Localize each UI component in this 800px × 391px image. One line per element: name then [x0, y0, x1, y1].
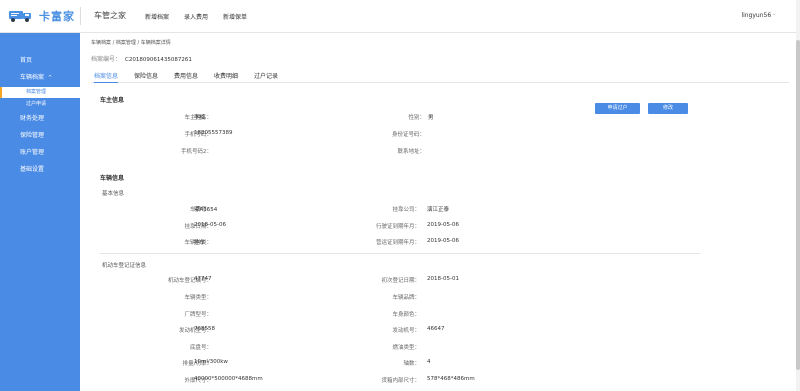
breadcrumb: 车辆档案 / 档案管理 / 车辆档案详情: [91, 40, 171, 46]
phone-value: 18805557389: [194, 130, 233, 136]
vehicle-section-title: 车辆信息: [100, 175, 125, 182]
vtype-label: 车辆类型：: [184, 295, 212, 301]
logo[interactable]: 卡富家: [8, 8, 75, 24]
user-menu[interactable]: lingyun56 ·: [741, 12, 775, 19]
main-content: 车辆档案 / 档案管理 / 车辆档案详情 档案编号： C2018090614350…: [80, 33, 800, 391]
nav-new-file[interactable]: 新增档案: [145, 12, 169, 21]
operate-expiry-label: 营运证到期年月：: [375, 240, 420, 246]
file-number: 档案编号： C20180906143508726​1: [91, 54, 192, 63]
scrollbar-thumb[interactable]: [796, 40, 800, 370]
sidebar-item-home[interactable]: 首页: [0, 54, 80, 68]
tab-charge-detail[interactable]: 收费明细: [214, 71, 238, 83]
inner-size-label: 货箱内部尺寸：: [381, 378, 420, 384]
plate-value: 鄂A3654: [194, 207, 218, 213]
nav-new-policy[interactable]: 新增保单: [223, 12, 247, 21]
first-reg-label: 初次登记日期：: [381, 278, 420, 284]
maker-label: 厂牌型号：: [184, 312, 212, 318]
file-number-value: C20180906143508726​1: [125, 57, 192, 63]
operate-expiry-value: 2019-05-06: [427, 238, 459, 244]
logo-text: 卡富家: [39, 10, 75, 23]
divider: [80, 7, 81, 25]
chassis-label: 底盘号：: [189, 345, 212, 351]
company-value: 演江正泰: [427, 207, 450, 213]
phone2-label: 手机号码2：: [181, 149, 212, 155]
outer-size-value: 40000*500000*4688mm: [194, 376, 263, 382]
chevron-up-icon: ^: [48, 75, 53, 81]
sidebar: 首页 车辆档案 ^ 档案管理 过户申请 财务处理 保险管理 账户管理 基础设置: [0, 33, 80, 391]
tab-bar: 档案信息 保险信息 费用信息 收费明细 过户记录: [91, 71, 789, 83]
owner-section-title: 车主信息: [100, 97, 125, 104]
brand-label: 车辆品牌：: [392, 295, 420, 301]
fuel-label: 燃油类型：: [392, 345, 420, 351]
sidebar-item-transfer-apply[interactable]: 过户申请: [0, 99, 80, 110]
edit-button[interactable]: 修改: [648, 103, 688, 114]
sidebar-item-vehicle-files[interactable]: 车辆档案 ^: [0, 71, 80, 85]
top-bar: 卡富家 车管之家 新增档案 录入费用 新增保单 lingyun56 ·: [0, 0, 800, 33]
engine-no-label: 发动机号：: [392, 328, 420, 334]
tab-file-info[interactable]: 档案信息: [94, 71, 119, 83]
sidebar-item-insurance[interactable]: 保险管理: [0, 129, 80, 143]
reg-cert-title: 机动车登记证信息: [102, 263, 147, 269]
company-label: 挂靠公司：: [392, 207, 420, 213]
axle-value: 4: [427, 359, 431, 365]
tab-fee-info[interactable]: 费用信息: [174, 71, 198, 83]
inner-size-value: 578*468*486mm: [427, 376, 475, 382]
file-number-label: 档案编号：: [91, 56, 122, 63]
top-nav: 新增档案 录入费用 新增保单: [145, 12, 262, 21]
tab-insurance-info[interactable]: 保险信息: [134, 71, 158, 83]
displacement-value: 10ml/300kw: [194, 359, 228, 365]
app-name: 车管之家: [94, 11, 126, 20]
license-expiry-value: 2019-05-06: [427, 222, 459, 228]
sidebar-item-account[interactable]: 账户管理: [0, 146, 80, 160]
gender-label: 性别：: [408, 115, 425, 121]
sidebar-item-finance[interactable]: 财务处理: [0, 112, 80, 126]
basic-info-title: 基本信息: [102, 191, 125, 197]
sidebar-item-settings[interactable]: 基础设置: [0, 163, 80, 177]
id-number-label: 身份证号码：: [391, 132, 425, 138]
reg-date-value: 2018-05-06: [194, 222, 226, 228]
reg-no-value: 47747: [194, 276, 212, 282]
scrollbar[interactable]: [796, 0, 800, 391]
divider: [100, 253, 700, 254]
sidebar-item-file-management[interactable]: 档案管理: [0, 87, 80, 98]
gender-value: 男: [428, 115, 434, 121]
nav-enter-fee[interactable]: 录入费用: [184, 12, 208, 21]
license-expiry-label: 行驶证到期年月：: [375, 224, 420, 230]
sidebar-item-label: 车辆档案: [20, 74, 45, 81]
address-label: 联系地址：: [397, 149, 425, 155]
owner-name-value: 李楠: [194, 115, 206, 121]
apply-transfer-button[interactable]: 申请过户: [595, 103, 640, 114]
engine-no-value: 46647: [427, 326, 445, 332]
vehicle-type-value: 挂车: [194, 240, 206, 246]
first-reg-value: 2018-05-01: [427, 276, 459, 282]
truck-logo-icon: [9, 11, 31, 22]
color-label: 车身颜色：: [392, 312, 420, 318]
tab-transfer-record[interactable]: 过户记录: [254, 71, 278, 83]
engine-model-value: 768558: [194, 326, 215, 332]
axle-label: 轴数：: [403, 361, 420, 367]
